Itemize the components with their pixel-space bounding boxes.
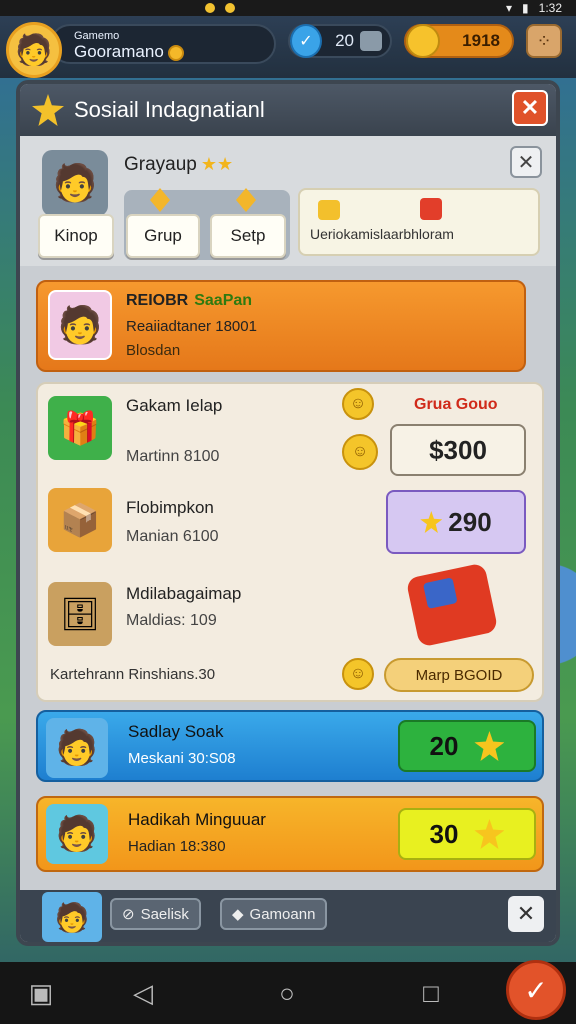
panel-footer: 🧑 ⊘ Saelisk ◆ Gamoann ✕: [20, 890, 556, 942]
menu-grid-button[interactable]: ⁘: [526, 24, 562, 58]
link-icon: ⊘: [122, 906, 135, 923]
smiley-coin-icon: ☺: [342, 434, 378, 470]
coin-notification-icon: [225, 3, 235, 13]
footer-avatar: 🧑: [42, 892, 102, 942]
daily-reward-card[interactable]: 🧑 Sadlay Soak Meskani 30:S08 20: [36, 710, 544, 782]
daily-name: Sadlay Soak: [128, 722, 224, 741]
weekly-avatar: 🧑: [46, 804, 108, 864]
featured-avatar: 🧑: [48, 290, 112, 360]
daily-avatar: 🧑: [46, 718, 108, 778]
weekly-value: 30: [429, 818, 459, 849]
notification-icon: [205, 3, 215, 13]
weekly-claim-button[interactable]: 30: [398, 808, 536, 860]
item-icon-box: 📦: [48, 488, 112, 552]
map-button[interactable]: Marp BGOID: [384, 658, 534, 692]
smiley-coin-icon: ☺: [342, 658, 374, 690]
price-value: 290: [448, 506, 492, 537]
home-icon[interactable]: ○: [270, 976, 304, 1010]
player-name: Gooramano: [74, 42, 164, 61]
price-button-290[interactable]: 290: [386, 490, 526, 554]
group-header: 🧑 Grayaup ★★ ✕ Kinop Grup Setp Ueriokamis…: [20, 136, 556, 266]
star-icon: [474, 819, 505, 849]
smiley-coin-icon: ☺: [342, 388, 374, 420]
signal-icon: ▮: [522, 1, 529, 15]
weekly-name: Hadikah Minguuar: [128, 810, 266, 829]
promo-title: Grua Gouo: [414, 396, 498, 413]
energy-icon: ✓: [290, 24, 322, 58]
close-group-button[interactable]: ✕: [510, 146, 542, 178]
top-bar: 🧑 Gamemo Gooramano ✓ 20 1918 ⁘: [0, 16, 576, 78]
social-panel: Sosiail Indagnatianl ✕ 🧑 Grayaup ★★ ✕ Kin…: [16, 80, 560, 946]
daily-value: 20: [429, 730, 459, 761]
price-button-300[interactable]: $300: [390, 424, 526, 476]
bag-icon[interactable]: ▣: [24, 976, 58, 1010]
status-bar: ▾ ▮ 1:32: [0, 0, 576, 16]
gift-label: [422, 577, 458, 610]
rating-stars-icon: ★★: [200, 154, 234, 174]
footer-tab-label: Saelisk: [140, 905, 189, 923]
search-placeholder: Ueriokamislaarbhloram: [310, 226, 454, 242]
close-panel-button[interactable]: ✕: [512, 90, 548, 126]
group-name: Grayaup: [124, 154, 197, 175]
footer-close-button[interactable]: ✕: [508, 896, 544, 932]
star-icon: [420, 511, 443, 533]
shop-list: Grua Gouo 🎁 Gakam Ielap Martinn 8100 ☺ ☺…: [36, 382, 544, 702]
android-nav-bar: ▣ ◁ ○ □ ✓: [0, 960, 576, 1024]
footer-tab-gamoann[interactable]: ◆ Gamoann: [220, 898, 328, 930]
energy-box-icon: [360, 31, 382, 51]
gold-counter[interactable]: 1918: [404, 24, 514, 58]
badge-icon: [318, 200, 340, 220]
item-sub: Martinn 8100: [126, 448, 220, 465]
player-avatar[interactable]: 🧑: [6, 22, 62, 78]
alert-icon: [420, 198, 442, 220]
item-icon-machine: 🗄: [48, 582, 112, 646]
tab-setp[interactable]: Setp: [210, 214, 286, 258]
daily-time: Meskani 30:S08: [128, 750, 236, 767]
item-sub: Manian 6100: [126, 528, 219, 545]
item-name: Mdilabagaimap: [126, 584, 242, 603]
footer-tab-saelisk[interactable]: ⊘ Saelisk: [110, 898, 201, 930]
footer-tab-label: Gamoann: [249, 905, 316, 923]
gold-coin-icon: [406, 24, 440, 58]
panel-header: Sosiail Indagnatianl ✕: [20, 84, 556, 136]
star-icon: [474, 731, 505, 761]
panel-title: Sosiail Indagnatianl: [74, 97, 265, 122]
list-footer-text: Kartehrann Rinshians.30: [50, 666, 216, 683]
coin-icon: [167, 44, 184, 61]
daily-claim-button[interactable]: 20: [398, 720, 536, 772]
featured-line2: Blosdan: [126, 342, 181, 359]
wifi-icon: ▾: [506, 1, 513, 15]
item-icon-chest: 🎁: [48, 396, 112, 460]
gift-box-icon: [405, 562, 499, 648]
search-input[interactable]: Ueriokamislaarbhloram: [298, 188, 540, 256]
featured-card[interactable]: 🧑 REIOBR SaaPan Reaiiadtaner 18001 Blosda…: [36, 280, 526, 372]
featured-title: REIOBR: [126, 292, 189, 309]
energy-value: 20: [335, 31, 354, 50]
featured-badge: SaaPan: [194, 292, 253, 309]
player-name-pill[interactable]: Gamemo Gooramano: [50, 24, 276, 64]
player-small-label: Gamemo: [74, 30, 120, 42]
weekly-reward-card[interactable]: 🧑 Hadikah Minguuar Hadian 18:380 30: [36, 796, 544, 872]
tab-grup[interactable]: Grup: [126, 214, 200, 258]
star-icon: [32, 94, 64, 126]
energy-counter[interactable]: ✓ 20: [288, 24, 392, 58]
item-name: Gakam Ielap: [126, 396, 223, 415]
group-avatar: 🧑: [42, 150, 108, 216]
item-name: Flobimpkon: [126, 498, 214, 517]
weekly-time: Hadian 18:380: [128, 838, 226, 855]
tab-kinop[interactable]: Kinop: [38, 214, 114, 258]
gold-value: 1918: [462, 31, 500, 50]
recents-icon[interactable]: □: [414, 976, 448, 1010]
tag-icon: ◆: [232, 906, 244, 923]
featured-line1: Reaiiadtaner 18001: [126, 318, 257, 335]
item-sub: Maldias: 109: [126, 612, 217, 629]
confirm-check-button[interactable]: ✓: [506, 960, 566, 1020]
back-icon[interactable]: ◁: [126, 976, 160, 1010]
status-time: 1:32: [538, 1, 562, 15]
